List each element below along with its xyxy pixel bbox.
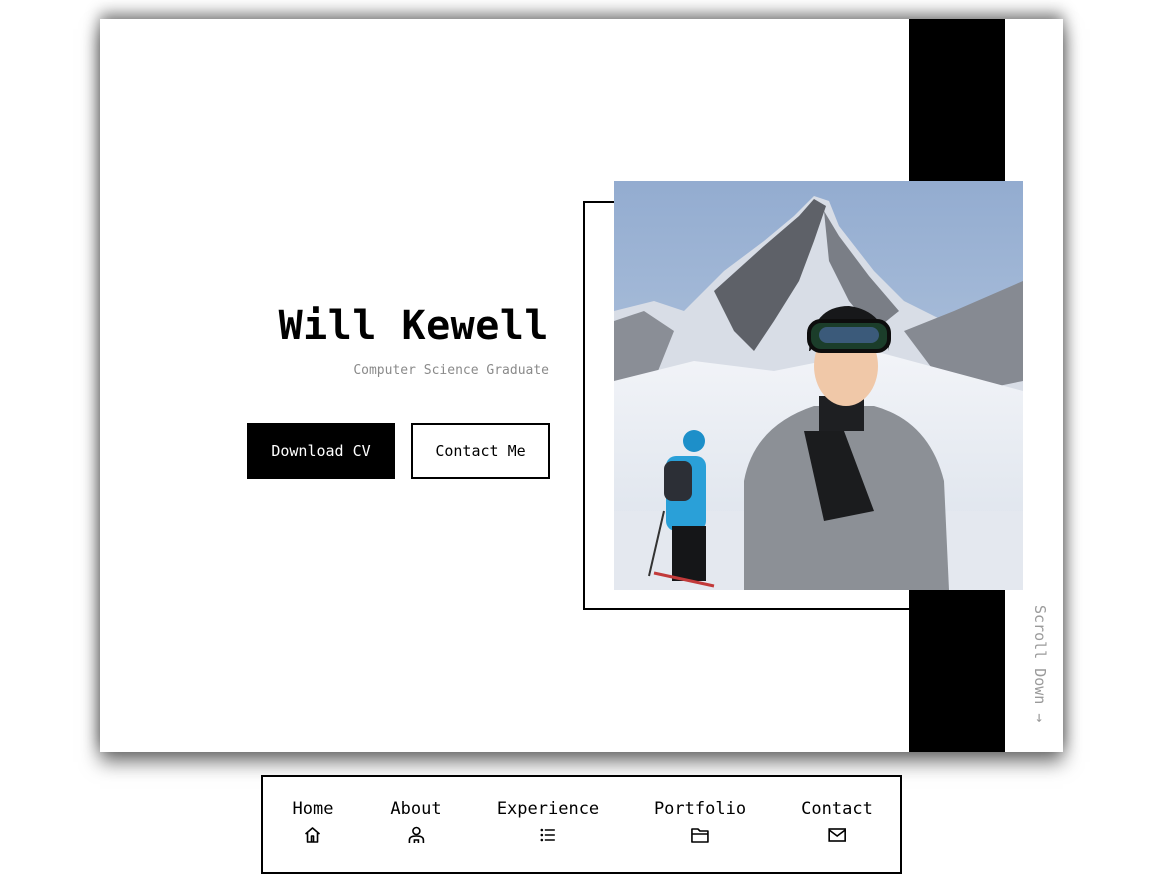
decorative-bar-top [909, 19, 1005, 182]
contact-me-button[interactable]: Contact Me [411, 423, 550, 479]
nav-item-label: Contact [801, 799, 873, 819]
scroll-down-link[interactable]: Scroll Down → [1031, 605, 1049, 722]
list-icon [540, 828, 555, 842]
hero-card: Will Kewell Computer Science Graduate Do… [100, 19, 1063, 752]
nav-item-experience[interactable]: Experience [497, 797, 599, 845]
home-icon [305, 827, 321, 843]
folder-icon [691, 828, 709, 843]
nav-item-about[interactable]: About [390, 797, 442, 845]
nav-item-label: Portfolio [653, 799, 747, 819]
nav-item-home[interactable]: Home [292, 797, 334, 845]
hero-name: Will Kewell [278, 303, 549, 349]
mail-icon [828, 828, 846, 842]
bottom-navigation: Home About Experience Portfolio Contact [261, 775, 902, 874]
nav-item-label: Experience [496, 799, 600, 819]
profile-photo [614, 181, 1023, 590]
nav-item-portfolio[interactable]: Portfolio [654, 797, 746, 845]
nav-item-label: Home [292, 799, 334, 819]
user-icon [408, 826, 424, 843]
nav-item-contact[interactable]: Contact [801, 797, 873, 845]
download-cv-button[interactable]: Download CV [247, 423, 395, 479]
hero-subtitle: Computer Science Graduate [353, 363, 549, 378]
nav-item-label: About [390, 799, 442, 819]
decorative-bar-bottom [909, 590, 1005, 752]
